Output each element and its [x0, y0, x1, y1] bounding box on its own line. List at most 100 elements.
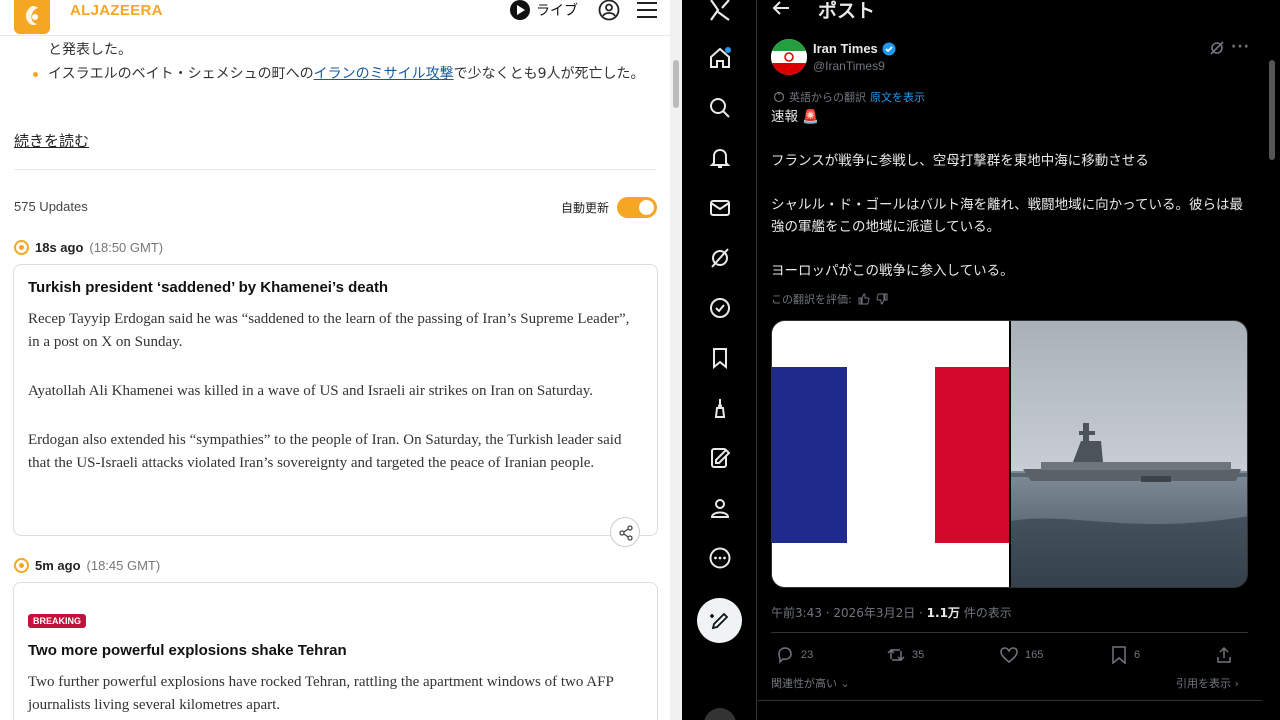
rate-translation: この翻訳を評価:: [771, 291, 888, 307]
right-scrollbar[interactable]: [1264, 0, 1280, 720]
post-line: [771, 172, 1251, 194]
timeline-dot-icon: [14, 240, 29, 255]
upload-share-icon: [1217, 646, 1231, 663]
author-name-text: Iran Times: [813, 41, 878, 56]
bookmark-button[interactable]: 6: [1111, 646, 1140, 664]
translation-note-text: 英語からの翻訳: [789, 91, 866, 104]
messages-icon[interactable]: [708, 196, 732, 220]
author-name[interactable]: Iran Times: [813, 41, 896, 56]
post-1-paragraph-1: Recep Tayyip Erdogan said he was “sadden…: [28, 311, 630, 350]
updates-count: 575 Updates: [14, 199, 88, 214]
author-handle[interactable]: @IranTimes9: [813, 59, 885, 73]
user-account-icon[interactable]: [598, 0, 620, 21]
quotes-label: 引用を表示: [1176, 677, 1231, 690]
x-sidebar-nav: [682, 0, 757, 720]
post-1-timestamp: 18s ago (18:50 GMT): [14, 240, 163, 255]
post-1-ago: 18s ago: [35, 240, 84, 255]
more-icon[interactable]: [708, 546, 732, 570]
post-detail: ポスト Iran Times @IranTimes9 ··· 英語からの翻訳 原…: [758, 0, 1262, 720]
bookmark-icon: [1112, 646, 1126, 664]
reply-icon: [778, 647, 792, 664]
back-arrow-icon[interactable]: [772, 0, 790, 16]
grok-explain-icon[interactable]: [1209, 40, 1225, 56]
chevron-right-icon: ›: [1234, 677, 1239, 690]
post-1-paragraph-2: Ayatollah Ali Khamenei was killed in a w…: [28, 383, 593, 399]
author-avatar[interactable]: [771, 39, 807, 75]
x-logo-icon[interactable]: [708, 0, 732, 22]
x-pane: ポスト Iran Times @IranTimes9 ··· 英語からの翻訳 原…: [682, 0, 1280, 720]
notifications-icon[interactable]: [708, 146, 732, 170]
post-1-paragraph-3: Erdogan also extended his “sympathies” t…: [28, 432, 622, 471]
timeline-dot-icon: [14, 558, 29, 573]
grok-icon[interactable]: [708, 246, 732, 270]
bullet-2-text-post: で少なくとも9人が死亡した。: [453, 66, 645, 82]
missile-attack-link[interactable]: イランのミサイル攻撃: [314, 66, 454, 82]
play-icon: [510, 0, 530, 20]
divider: [14, 169, 656, 170]
post-line: フランスが戦争に参戦し、空母打撃群を東地中海に移動させる: [771, 153, 1149, 169]
auto-update-label: 自動更新: [561, 201, 610, 215]
scrollbar-thumb[interactable]: [1269, 60, 1275, 160]
compose-icon: [710, 612, 729, 630]
heart-icon: [1000, 647, 1018, 663]
site-header: ALJAZEERA ライブ: [0, 0, 670, 36]
post-1-gmt: (18:50 GMT): [89, 240, 164, 255]
bookmarks-icon[interactable]: [708, 346, 732, 370]
post-actions: 23 35 165 6: [776, 646, 1246, 666]
thumbs-down-icon[interactable]: [876, 293, 888, 305]
french-flag-image[interactable]: [772, 321, 1009, 588]
live-post-card-2: BREAKING Two more powerful explosions sh…: [13, 582, 658, 720]
reply-button[interactable]: 23: [776, 646, 813, 664]
post-2-title: Two more powerful explosions shake Tehra…: [28, 642, 347, 659]
compose-button[interactable]: [697, 598, 742, 643]
divider: [771, 632, 1248, 633]
repost-icon: [887, 648, 905, 662]
account-avatar[interactable]: [704, 708, 736, 720]
post-2-ago: 5m ago: [35, 558, 81, 573]
like-button[interactable]: 165: [1000, 646, 1043, 664]
divider: [758, 700, 1262, 701]
post-line: [771, 128, 1251, 150]
post-2-gmt: (18:45 GMT): [86, 558, 161, 573]
translation-note: 英語からの翻訳 原文を表示: [773, 89, 925, 105]
post-timestamp[interactable]: 午前3:43 · 2026年3月2日 ·: [771, 606, 927, 620]
aljazeera-logo-icon[interactable]: [14, 0, 50, 34]
page-title: ポスト: [818, 0, 876, 22]
auto-update-toggle[interactable]: [617, 197, 657, 218]
show-original-link[interactable]: 原文を表示: [870, 89, 925, 105]
communities-icon[interactable]: [708, 396, 732, 420]
live-button[interactable]: ライブ: [510, 0, 578, 20]
post-body: 速報 🚨 フランスが戦争に参戦し、空母打撃群を東地中海に移動させる シャルル・ド…: [771, 106, 1251, 282]
sort-label: 関連性が高い: [771, 677, 837, 690]
post-line: ヨーロッパがこの戦争に参入している。: [771, 263, 1014, 279]
aircraft-carrier-image[interactable]: [1011, 321, 1248, 588]
scrollbar-thumb[interactable]: [673, 60, 679, 108]
bullet-2: イスラエルのベイト・シェメシュの町へのイランのミサイル攻撃で少なくとも9人が死亡…: [30, 63, 660, 85]
translate-icon: [773, 91, 785, 103]
thumbs-up-icon[interactable]: [858, 293, 870, 305]
repost-button[interactable]: 35: [887, 646, 924, 664]
premium-icon[interactable]: [708, 446, 732, 470]
aljazeera-logo-text[interactable]: ALJAZEERA: [70, 2, 163, 19]
post-line: 速報 🚨: [771, 109, 820, 125]
verified-icon[interactable]: [708, 296, 732, 320]
share-button[interactable]: [610, 517, 640, 547]
sort-replies-dropdown[interactable]: 関連性が高い ⌄: [771, 675, 850, 691]
hamburger-menu-icon[interactable]: [637, 2, 657, 18]
view-quotes-link[interactable]: 引用を表示 ›: [1176, 675, 1239, 691]
rate-translation-label: この翻訳を評価:: [771, 293, 852, 306]
post-line: シャルル・ド・ゴールはバルト海を離れ、戦闘地域に向かっている。彼らは最強の軍艦を…: [771, 197, 1243, 235]
post-2-timestamp: 5m ago (18:45 GMT): [14, 558, 160, 573]
share-icon: [619, 525, 633, 541]
home-icon[interactable]: [708, 46, 732, 70]
profile-icon[interactable]: [708, 496, 732, 520]
breaking-badge: BREAKING: [28, 614, 87, 628]
post-media[interactable]: [771, 320, 1248, 588]
live-label: ライブ: [536, 3, 578, 19]
share-post-button[interactable]: [1216, 646, 1232, 664]
read-more-link[interactable]: 続きを読む: [14, 130, 89, 151]
post-more-icon[interactable]: ···: [1231, 39, 1250, 55]
left-scrollbar[interactable]: [670, 0, 682, 720]
bullet-2-text-pre: イスラエルのベイト・シェメシュの町への: [48, 66, 314, 82]
search-icon[interactable]: [708, 96, 732, 120]
